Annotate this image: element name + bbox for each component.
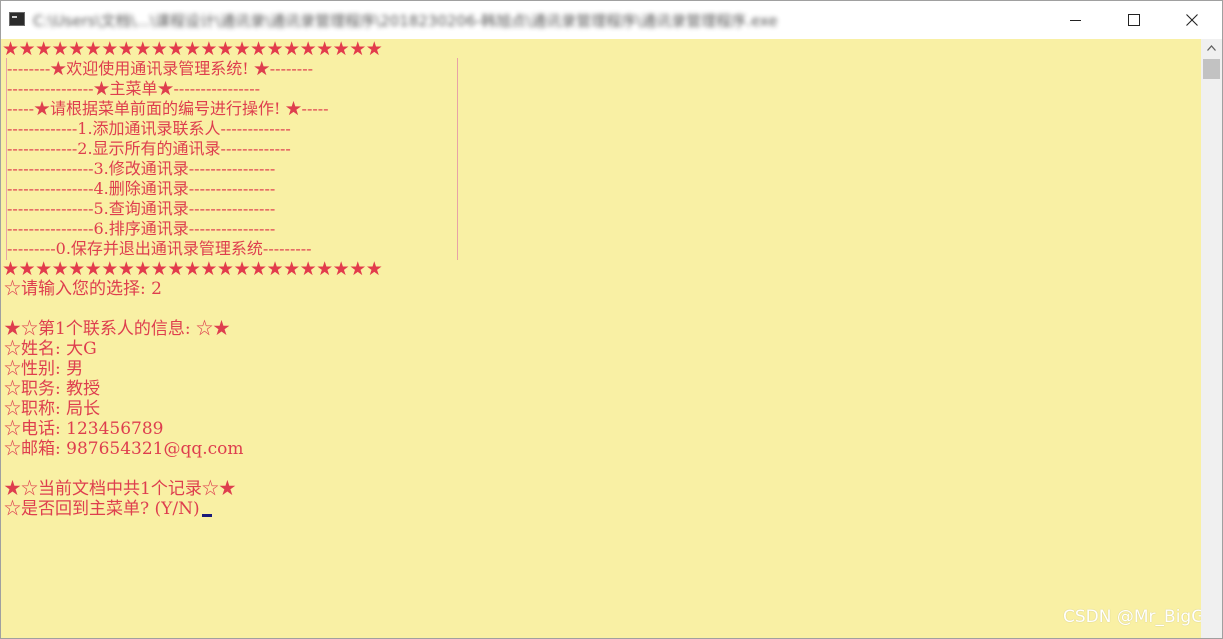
scroll-thumb[interactable]	[1203, 59, 1220, 79]
menu-item-show: -------------2.显示所有的通讯录-------------	[7, 139, 291, 158]
vertical-scrollbar[interactable]	[1201, 39, 1222, 638]
window-title: C:\Users\文档\...\课程设计\通讯录\通讯录管理程序\2018230…	[33, 12, 778, 30]
maximize-icon	[1128, 14, 1140, 26]
contact-phone: ☆电话: 123456789	[4, 419, 164, 439]
choice-prompt: ☆请输入您的选择: 2	[4, 279, 162, 299]
return-prompt: ☆是否回到主菜单? (Y/N)	[4, 499, 200, 519]
console-app-icon	[9, 12, 25, 26]
chevron-up-icon	[1207, 45, 1216, 51]
record-count: ★☆当前文档中共1个记录☆★	[4, 479, 236, 499]
contact-header: ★☆第1个联系人的信息: ☆★	[4, 319, 230, 339]
close-button[interactable]	[1163, 1, 1221, 39]
csdn-watermark: CSDN @Mr_BigG	[1063, 607, 1201, 627]
contact-name: ☆姓名: 大G	[4, 339, 97, 359]
contact-title: ☆职称: 局长	[4, 399, 101, 419]
console-window: C:\Users\文档\...\课程设计\通讯录\通讯录管理程序\2018230…	[0, 0, 1223, 639]
title-bar[interactable]: C:\Users\文档\...\课程设计\通讯录\通讯录管理程序\2018230…	[1, 1, 1222, 39]
return-prompt-line[interactable]: ☆是否回到主菜单? (Y/N)	[4, 499, 212, 519]
menu-item-delete: ----------------4.删除通讯录----------------	[7, 179, 276, 198]
menu-item-modify: ----------------3.修改通讯录----------------	[7, 159, 276, 178]
minimize-button[interactable]	[1047, 1, 1105, 39]
maximize-button[interactable]	[1105, 1, 1163, 39]
minimize-icon	[1070, 20, 1081, 21]
menu-instruction: -----★请根据菜单前面的编号进行操作! ★-----	[7, 99, 329, 118]
menu-welcome: --------★欢迎使用通讯录管理系统! ★--------	[7, 59, 314, 78]
contact-email: ☆邮箱: 987654321@qq.com	[4, 439, 244, 459]
menu-item-exit: ---------0.保存并退出通讯录管理系统---------	[7, 239, 312, 258]
menu-title: ----------------★主菜单★----------------	[7, 79, 261, 98]
star-border-top: ★★★★★★★★★★★★★★★★★★★★★★★	[2, 39, 383, 60]
text-cursor	[201, 514, 212, 517]
menu-item-sort: ----------------6.排序通讯录----------------	[7, 219, 276, 238]
scroll-up-button[interactable]	[1201, 39, 1222, 57]
console-output[interactable]: ★★★★★★★★★★★★★★★★★★★★★★★ --------★欢迎使用通讯录…	[1, 39, 1201, 638]
contact-position: ☆职务: 教授	[4, 379, 101, 399]
close-icon	[1186, 14, 1198, 26]
star-border-bottom: ★★★★★★★★★★★★★★★★★★★★★★★	[2, 258, 383, 280]
menu-item-search: ----------------5.查询通讯录----------------	[7, 199, 276, 218]
contact-gender: ☆性别: 男	[4, 359, 84, 379]
menu-item-add: -------------1.添加通讯录联系人-------------	[7, 119, 291, 138]
